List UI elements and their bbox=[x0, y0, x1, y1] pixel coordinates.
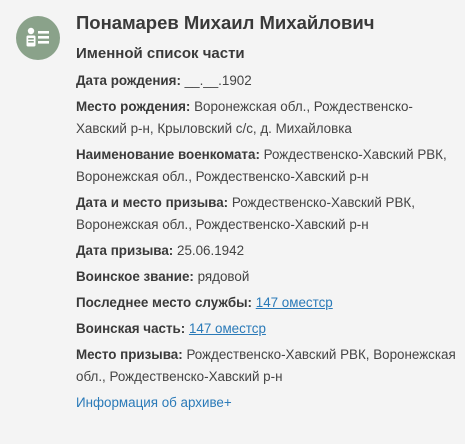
field-label: Место рождения: bbox=[76, 99, 191, 114]
field-label: Дата призыва: bbox=[76, 243, 174, 258]
field-birth-place: Место рождения: Воронежская обл., Рождес… bbox=[76, 96, 459, 140]
field-label: Воинская часть: bbox=[76, 321, 186, 336]
field-draft-place: Место призыва: Рождественско-Хавский РВК… bbox=[76, 344, 459, 388]
field-draft-date-place: Дата и место призыва: Рождественско-Хавс… bbox=[76, 192, 459, 236]
field-rank: Воинское звание: рядовой bbox=[76, 266, 459, 288]
field-commissariat: Наименование военкомата: Рождественско-Х… bbox=[76, 144, 459, 188]
avatar bbox=[16, 16, 60, 60]
field-value: 25.06.1942 bbox=[177, 243, 245, 258]
field-label: Воинское звание: bbox=[76, 269, 194, 284]
field-label: Наименование военкомата: bbox=[76, 147, 260, 162]
person-card: Понамарев Михаил Михайлович Именной спис… bbox=[76, 10, 459, 414]
field-label: Дата рождения: bbox=[76, 73, 181, 88]
field-last-service: Последнее место службы: 147 оместср bbox=[76, 292, 459, 314]
unit-link[interactable]: 147 оместср bbox=[189, 321, 266, 336]
field-value: __.__.1902 bbox=[184, 73, 252, 88]
field-value: рядовой bbox=[197, 269, 250, 284]
person-list-icon bbox=[26, 27, 49, 47]
field-unit: Воинская часть: 147 оместср bbox=[76, 318, 459, 340]
list-type: Именной список части bbox=[76, 45, 245, 62]
last-service-link[interactable]: 147 оместср bbox=[256, 295, 333, 310]
field-label: Место призыва: bbox=[76, 347, 183, 362]
person-name[interactable]: Понамарев Михаил Михайлович bbox=[76, 10, 459, 36]
field-label: Дата и место призыва: bbox=[76, 195, 229, 210]
field-label: Последнее место службы: bbox=[76, 295, 253, 310]
field-draft-date: Дата призыва: 25.06.1942 bbox=[76, 240, 459, 262]
field-birth-date: Дата рождения: __.__.1902 bbox=[76, 70, 459, 92]
archive-info-link[interactable]: Информация об архиве+ bbox=[76, 392, 232, 414]
